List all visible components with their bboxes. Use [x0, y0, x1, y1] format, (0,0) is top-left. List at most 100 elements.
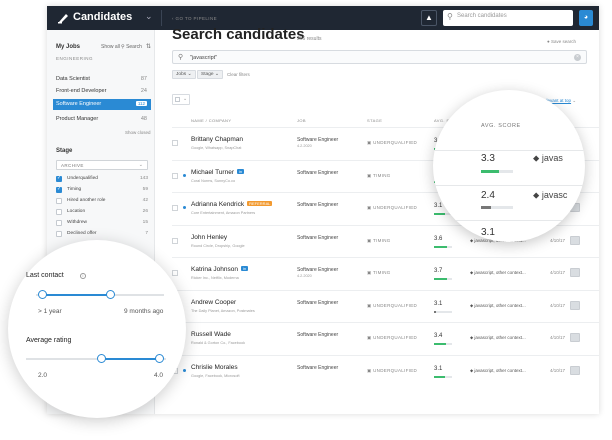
global-search-input[interactable]: ⚲ Search candidates: [443, 10, 573, 26]
save-search-label: Save search: [550, 39, 576, 44]
row-checkbox[interactable]: [172, 205, 178, 211]
candidate-stage-text: UNDERQUALIFIED: [373, 140, 418, 145]
candidate-job: Software Engineer: [297, 202, 367, 209]
candidate-job: Software Engineer 4.2.2020: [297, 137, 367, 148]
candidate-name[interactable]: Andrew Cooper: [191, 299, 236, 306]
candidate-search-input[interactable]: ⚲ "javascript" ×: [172, 50, 587, 64]
stage-checkbox-item[interactable]: Declined offer 7: [56, 230, 148, 239]
row-checkbox[interactable]: [172, 172, 178, 179]
score-magnifier: AVG. SCORE 3.3 ⬥ javas 2.4 ⬥ javasc 3.1: [433, 90, 585, 242]
candidate-name-text: Brittany Chapman: [191, 136, 244, 143]
chevron-down-icon[interactable]: ⌄: [145, 11, 153, 22]
email-icon[interactable]: [570, 333, 580, 342]
candidate-date: 4/10/17: [550, 270, 566, 275]
table-row[interactable]: Russell Wade Ronald & Gorton Co., Faceboo…: [172, 322, 599, 353]
average-rating-max-handle[interactable]: [155, 354, 164, 363]
candidate-score: 3.7: [434, 268, 443, 274]
show-closed-link[interactable]: Show closed: [125, 130, 151, 135]
divider: [433, 220, 585, 221]
candidate-name[interactable]: Katrina Johnson in: [191, 266, 249, 273]
checkbox[interactable]: [56, 186, 62, 193]
column-header-job[interactable]: JOB: [297, 118, 306, 123]
magnifier-header: AVG. SCORE: [481, 123, 521, 129]
candidate-date: 4/10/17: [550, 302, 566, 308]
avatar[interactable]: ◕: [579, 10, 593, 26]
email-icon[interactable]: [570, 268, 580, 277]
info-icon: ●: [547, 39, 550, 44]
page-title: Search candidates: [172, 26, 305, 43]
sidebar-job-data-scientist[interactable]: Data Scientist 87: [53, 74, 151, 85]
candidate-stage: ▣ TIMING: [367, 173, 391, 179]
clear-icon[interactable]: ×: [574, 54, 581, 61]
score-bar: [434, 245, 452, 248]
clear-filters-link[interactable]: Clear filters: [227, 72, 250, 77]
select-all-checkbox[interactable]: ⌄: [172, 94, 190, 105]
chip-label: Jobs: [176, 72, 187, 77]
tag-icon: ⬥: [470, 335, 474, 340]
candidate-name[interactable]: John Henley: [191, 234, 227, 241]
candidate-name[interactable]: Brittany Chapman: [191, 136, 243, 143]
email-icon[interactable]: [570, 300, 580, 310]
stage-checkbox-item[interactable]: Underqualified 143: [56, 175, 148, 184]
candidate-companies: Google, Facebook, Microsoft: [191, 373, 240, 378]
app-title[interactable]: Candidates: [73, 11, 132, 23]
sidebar-job-software-engineer[interactable]: Software Engineer 112: [53, 99, 151, 110]
average-rating-min-handle[interactable]: [97, 354, 106, 363]
email-icon[interactable]: [570, 235, 580, 245]
sort-icon[interactable]: ⇅: [146, 43, 151, 50]
candidate-name[interactable]: Russell Wade: [191, 331, 231, 338]
save-search-link[interactable]: ● Save search: [547, 39, 576, 44]
candidate-stage-text: UNDERQUALIFIED: [373, 205, 418, 210]
stage-count: 143: [139, 176, 148, 181]
sidebar-job-product-manager[interactable]: Product Manager 48: [53, 114, 151, 125]
column-header-name[interactable]: NAME / COMPANY: [191, 118, 231, 123]
column-header-stage[interactable]: STAGE: [367, 118, 382, 123]
filter-chip-stage[interactable]: Stage ⌄: [197, 70, 223, 79]
candidate-job-title: Software Engineer: [297, 137, 339, 143]
row-checkbox[interactable]: [172, 270, 178, 276]
table-row[interactable]: Chrislie Morales Google, Facebook, Micros…: [172, 354, 599, 386]
stage-icon: ▣: [367, 205, 372, 210]
checkbox[interactable]: [56, 231, 62, 237]
checkbox[interactable]: [56, 198, 62, 204]
stage-checkbox-item[interactable]: Withdrew 15: [56, 219, 148, 228]
checkbox[interactable]: [56, 209, 62, 215]
email-icon[interactable]: [570, 365, 580, 375]
row-checkbox[interactable]: [172, 237, 178, 244]
candidate-job: Software Engineer: [297, 300, 367, 307]
candidate-date: 4/10/17: [550, 237, 566, 243]
score-bar: [434, 278, 452, 280]
candidate-name[interactable]: Adrianna Kendrick REFERRAL: [191, 201, 273, 208]
stage-checkbox-item[interactable]: Hired another role 42: [56, 197, 148, 206]
candidate-name[interactable]: Michael Turner in: [191, 168, 245, 176]
checkbox[interactable]: [56, 220, 62, 226]
filter-chip-jobs[interactable]: Jobs ⌄: [172, 70, 196, 79]
stage-checkbox-item[interactable]: Location 26: [56, 208, 148, 217]
last-contact-min-handle[interactable]: [38, 290, 47, 299]
table-row[interactable]: Katrina Johnson in Ricker Inc., Netflix, M…: [172, 257, 599, 288]
stage-heading: Stage: [56, 148, 73, 154]
info-icon[interactable]: i: [80, 273, 86, 279]
candidate-score: 3.4: [434, 333, 443, 339]
candidate-name[interactable]: Chrislie Morales: [191, 364, 238, 371]
candidate-companies: Coral Norms, SunnyCo.co: [191, 178, 236, 183]
show-all-link[interactable]: Show all: [101, 44, 120, 50]
stage-checkbox-item[interactable]: Timing 59: [56, 186, 148, 195]
divider: [433, 150, 585, 151]
stage-count: 42: [142, 198, 148, 203]
score-bar-fill: [434, 310, 436, 313]
sidebar-job-front-end-developer[interactable]: Front-end Developer 24: [53, 86, 151, 97]
sidebar-search-link[interactable]: ⚲ Search: [121, 44, 142, 50]
sidebar-heading: My Jobs: [56, 44, 81, 50]
table-row[interactable]: Andrew Cooper The Daily Planet, Amazon, P…: [172, 289, 599, 321]
candidate-job: Software Engineer: [297, 170, 367, 177]
checkbox[interactable]: [56, 175, 62, 182]
candidate-job-date: 4.2.2020: [297, 144, 312, 148]
stage-label: Location: [67, 209, 86, 214]
breadcrumb[interactable]: ‹ GO TO PIPELINE: [172, 16, 217, 21]
last-contact-max-handle[interactable]: [106, 290, 115, 299]
bell-icon[interactable]: ▲: [421, 10, 437, 26]
last-contact-label: Last contact: [26, 272, 64, 279]
row-checkbox[interactable]: [172, 140, 178, 146]
stage-select[interactable]: ARCHIVE ⌄: [56, 160, 148, 170]
